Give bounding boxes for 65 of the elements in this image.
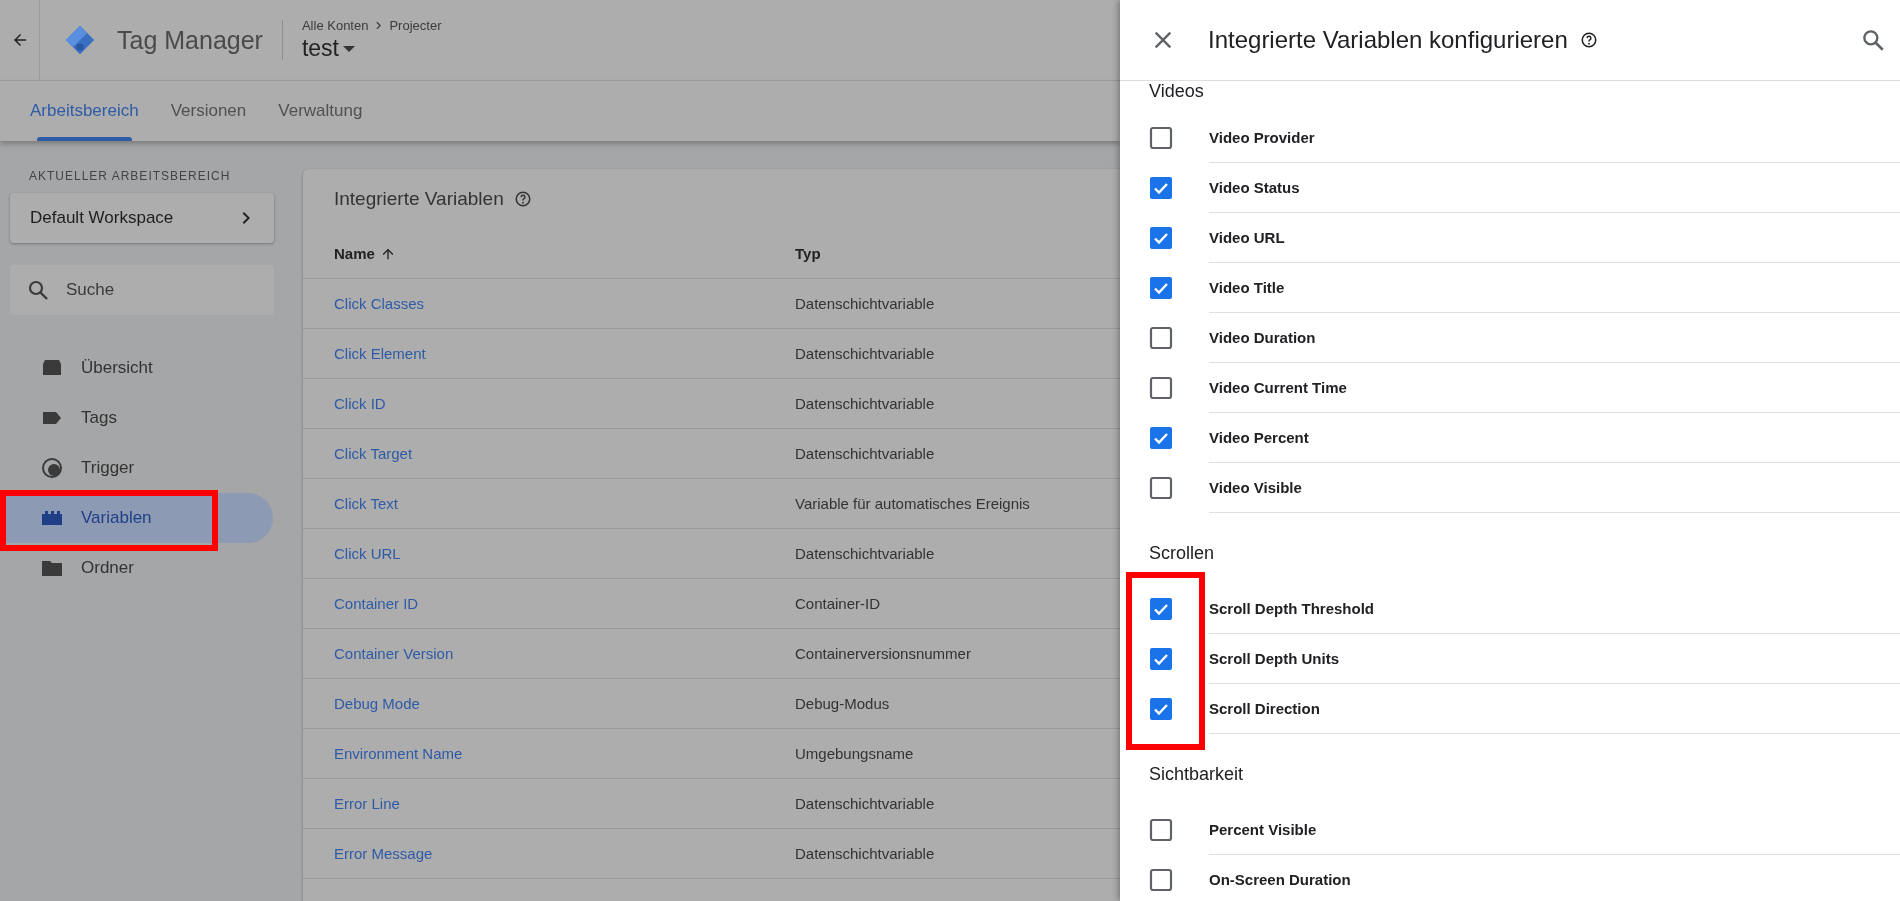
variable-link[interactable]: Container Version <box>334 645 454 662</box>
search-icon <box>26 278 50 302</box>
variable-link[interactable]: Click URL <box>334 545 401 562</box>
variable-label: Percent Visible <box>1209 805 1900 855</box>
variable-label: Video Duration <box>1209 313 1900 363</box>
variable-label: Video Status <box>1209 163 1900 213</box>
diamond-logo-icon <box>63 23 97 57</box>
sidebar-item[interactable]: Tags <box>0 393 273 443</box>
variable-link[interactable]: Error Message <box>334 845 433 862</box>
search-field[interactable]: Suche <box>10 265 274 315</box>
table-cell: Datenschichtvariable <box>795 845 935 862</box>
table-cell: Datenschichtvariable <box>795 545 935 562</box>
table-cell: Container-ID <box>795 595 881 612</box>
sidebar-item[interactable]: Ordner <box>0 543 273 593</box>
breadcrumb-link[interactable]: Alle Konten <box>301 18 369 33</box>
variable-label: On-Screen Duration <box>1209 855 1900 901</box>
variable-label: Video Current Time <box>1209 363 1900 413</box>
workspace-selector[interactable]: Default Workspace <box>10 193 274 243</box>
breadcrumb-link[interactable]: Projecter <box>389 18 442 33</box>
variable-label: Scroll Depth Units <box>1209 634 1900 684</box>
table-cell: Datenschichtvariable <box>795 295 935 312</box>
column-header[interactable]: Name <box>334 245 375 262</box>
variable-link[interactable]: Container ID <box>334 595 419 612</box>
table-cell: Umgebungsname <box>795 745 914 762</box>
variable-label: Scroll Direction <box>1209 684 1900 734</box>
nav-tab[interactable]: Arbeitsbereich <box>18 81 151 141</box>
sidebar-item[interactable]: Trigger <box>0 443 273 493</box>
variable-link[interactable]: Click Element <box>334 345 426 362</box>
section-title: Videos <box>1148 81 1205 103</box>
section-title: Sichtbarkeit <box>1148 763 1245 786</box>
dropdown-caret-icon <box>343 45 355 52</box>
help-icon <box>1579 31 1598 49</box>
nav-tab[interactable]: Verwaltung <box>266 81 375 141</box>
variable-link[interactable]: Click Classes <box>334 295 424 312</box>
variable-label: Video Percent <box>1209 413 1900 463</box>
variable-link[interactable]: Error Line <box>334 795 400 812</box>
app-title: Tag Manager <box>117 25 263 55</box>
table-cell: Debug-Modus <box>795 695 890 712</box>
circles-icon <box>40 456 64 480</box>
table-cell: Variable für automatisches Ereignis <box>795 495 1030 512</box>
variable-link[interactable]: Environment Name <box>334 745 463 762</box>
variable-label: Video Title <box>1209 263 1900 313</box>
table-cell: Datenschichtvariable <box>795 795 935 812</box>
workspace-label: AKTUELLER ARBEITSBEREICH <box>29 169 232 183</box>
variable-label: Video URL <box>1209 213 1900 263</box>
variable-link[interactable]: Click ID <box>334 395 386 412</box>
table-cell: Datenschichtvariable <box>795 395 935 412</box>
section-title: Scrollen <box>1148 542 1216 565</box>
container-name[interactable]: test <box>301 35 339 62</box>
table-cell: Datenschichtvariable <box>795 345 935 362</box>
panel-title: Integrierte Variablen konfigurieren <box>1208 26 1568 54</box>
nav-tab[interactable]: Versionen <box>158 81 259 141</box>
table-cell: Datenschichtvariable <box>795 445 935 462</box>
variable-label: Video Provider <box>1209 113 1900 163</box>
help-icon <box>513 190 532 208</box>
variable-link[interactable]: Click Target <box>334 445 413 462</box>
column-header: Typ <box>795 245 821 262</box>
sidebar-item[interactable]: Übersicht <box>0 343 273 393</box>
variable-link[interactable]: Click Text <box>334 495 398 512</box>
variable-link[interactable]: Debug Mode <box>334 695 420 712</box>
variable-label: Scroll Depth Threshold <box>1209 584 1900 634</box>
variable-label: Video Visible <box>1209 463 1900 513</box>
card-title: Integrierte Variablen <box>334 188 504 210</box>
table-cell: Containerversionsnummer <box>795 645 971 662</box>
search-icon <box>1860 27 1886 53</box>
